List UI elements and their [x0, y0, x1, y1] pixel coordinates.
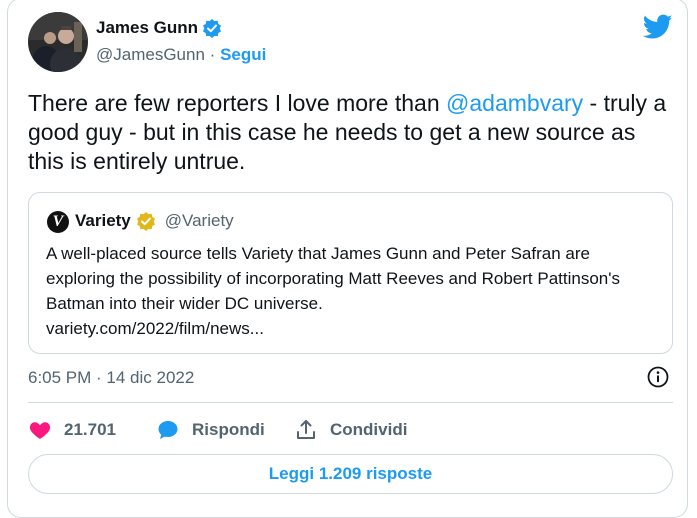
tweet-text: There are few reporters I love more than…: [28, 89, 668, 176]
handle-separator: ·: [209, 45, 216, 64]
share-label: Condividi: [330, 420, 408, 439]
share-upload-icon: [294, 418, 318, 442]
like-count: 21.701: [64, 420, 116, 439]
info-icon[interactable]: [647, 366, 669, 388]
author-name[interactable]: James Gunn: [96, 18, 198, 38]
reply-bubble-icon: [156, 418, 180, 442]
quoted-tweet-header: Variety @Variety: [75, 211, 234, 231]
read-replies-button[interactable]: Leggi 1.209 risposte: [28, 454, 673, 494]
reply-label: Rispondi: [192, 420, 265, 439]
author-handle[interactable]: @JamesGunn: [96, 45, 205, 64]
twitter-bird-icon[interactable]: [642, 14, 673, 40]
like-button[interactable]: 21.701: [28, 418, 156, 442]
divider: [28, 402, 673, 403]
verified-gold-badge-icon: [136, 211, 156, 231]
author-name-row: James Gunn: [96, 18, 222, 38]
avatar[interactable]: [28, 12, 88, 72]
quoted-author-handle: @Variety: [164, 211, 234, 230]
mention-link[interactable]: @adambvary: [446, 90, 583, 116]
share-button[interactable]: Condividi: [294, 418, 407, 442]
tweet-timestamp[interactable]: 6:05 PM · 14 dic 2022: [28, 368, 194, 388]
heart-icon: [28, 418, 52, 442]
variety-logo-icon: V: [47, 211, 69, 233]
quoted-tweet[interactable]: V Variety @Variety A well-placed source …: [28, 192, 673, 354]
quoted-tweet-link[interactable]: variety.com/2022/film/news...: [46, 316, 658, 341]
author-handle-row: @JamesGunn · Segui: [96, 45, 266, 65]
tweet-text-before: There are few reporters I love more than: [28, 90, 447, 116]
verified-badge-icon: [202, 18, 222, 38]
quoted-tweet-text: A well-placed source tells Variety that …: [46, 241, 658, 341]
tweet-actions: 21.701 Rispondi Condividi: [28, 415, 407, 445]
quoted-tweet-body: A well-placed source tells Variety that …: [46, 244, 620, 313]
follow-button[interactable]: Segui: [220, 45, 266, 64]
reply-button[interactable]: Rispondi: [156, 418, 294, 442]
quoted-author-name: Variety: [75, 211, 131, 230]
